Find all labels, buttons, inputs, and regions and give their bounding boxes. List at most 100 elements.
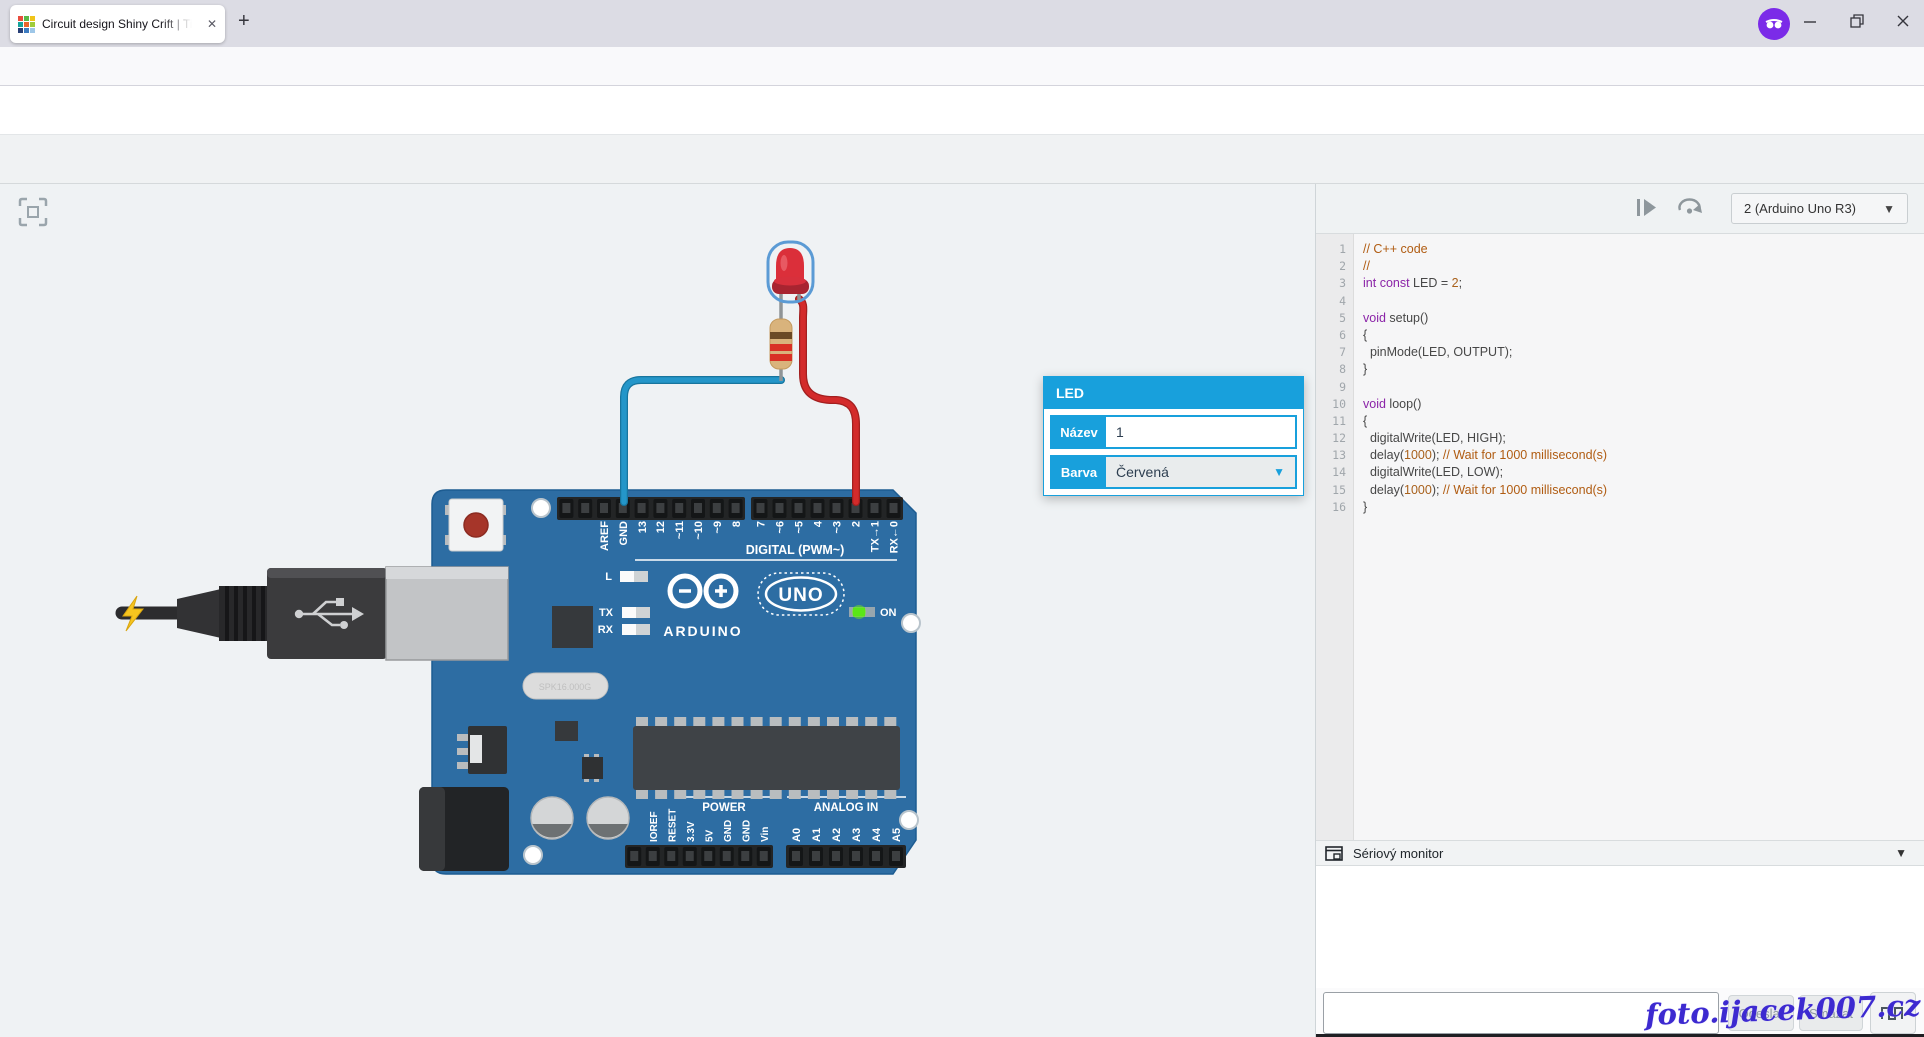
usb-cable[interactable] bbox=[122, 568, 387, 659]
pin-label: A1 bbox=[811, 828, 823, 842]
serial-monitor-output bbox=[1316, 866, 1924, 988]
popup-title: LED bbox=[1044, 377, 1303, 409]
name-input[interactable]: 1 bbox=[1106, 417, 1295, 447]
code-line: 16} bbox=[1316, 499, 1924, 516]
serial-monitor-title: Sériový monitor bbox=[1353, 846, 1443, 861]
tab-close-icon[interactable]: ✕ bbox=[207, 17, 217, 31]
atmega-chip bbox=[633, 717, 900, 799]
capacitor bbox=[587, 797, 629, 839]
indicator-label: RX bbox=[598, 624, 614, 636]
on-label: ON bbox=[880, 607, 897, 619]
pin-label: Vin bbox=[760, 827, 771, 842]
browser-window: Circuit design Shiny Crift | Tinke ✕ + h… bbox=[0, 0, 1924, 1037]
chevron-down-icon: ▼ bbox=[1273, 465, 1285, 479]
color-select[interactable]: Červená ▼ bbox=[1106, 457, 1295, 487]
power-jack bbox=[419, 787, 509, 871]
pin-label: 7 bbox=[756, 521, 768, 527]
digital-caption: DIGITAL (PWM~) bbox=[746, 543, 845, 557]
led-properties-popup: LED Název 1 Barva Červená ▼ bbox=[1043, 376, 1304, 496]
power-bolt-icon bbox=[123, 596, 143, 631]
pin-label: GND bbox=[741, 820, 752, 842]
resistor[interactable] bbox=[770, 294, 792, 381]
pin-label: ~3 bbox=[832, 521, 844, 534]
editor-toolbar: Simulátor času: 00:00:48 Kód Zastavit si… bbox=[0, 135, 1924, 184]
pin-header[interactable] bbox=[786, 845, 906, 868]
color-row: Barva Červená ▼ bbox=[1050, 455, 1297, 489]
pin-label: ~5 bbox=[794, 521, 806, 534]
code-line: 14 digitalWrite(LED, LOW); bbox=[1316, 464, 1924, 481]
model-text: UNO bbox=[778, 585, 823, 606]
chip-small-1 bbox=[552, 606, 593, 648]
crystal-label: SPK16.000G bbox=[539, 682, 592, 692]
pin-label: ~11 bbox=[674, 521, 686, 539]
pin-label: A0 bbox=[791, 828, 803, 842]
loop-icon[interactable] bbox=[1678, 198, 1702, 221]
code-line: 1// C++ code bbox=[1316, 241, 1924, 258]
code-line: 10void loop() bbox=[1316, 396, 1924, 413]
pin-label: IOREF bbox=[649, 811, 660, 842]
power-caption: POWER bbox=[702, 802, 746, 814]
browser-tab[interactable]: Circuit design Shiny Crift | Tinke ✕ bbox=[10, 5, 225, 43]
minimize-button[interactable] bbox=[1803, 14, 1817, 31]
pin-label: GND bbox=[618, 521, 630, 546]
serial-monitor-header[interactable]: Sériový monitor ▼ bbox=[1316, 840, 1924, 866]
reset-button[interactable] bbox=[445, 499, 506, 551]
pin-label: A4 bbox=[871, 827, 883, 842]
code-line: 8} bbox=[1316, 361, 1924, 378]
close-window-button[interactable] bbox=[1896, 14, 1910, 31]
private-browsing-icon bbox=[1758, 8, 1790, 40]
pin-label: A2 bbox=[831, 828, 843, 842]
pin-label: ~9 bbox=[712, 521, 724, 534]
tinkercad-favicon bbox=[18, 16, 35, 33]
code-line: 5void setup() bbox=[1316, 310, 1924, 327]
pin-label: ~10 bbox=[693, 521, 705, 540]
tinkercad-header: TINKERCAD Shiny Crift Všechny změny byly… bbox=[0, 86, 1924, 135]
pin-label: 2 bbox=[851, 521, 863, 527]
pin-label: GND bbox=[723, 820, 734, 842]
code-line: 3int const LED = 2; bbox=[1316, 275, 1924, 292]
pin-label: ~6 bbox=[775, 521, 787, 534]
code-line: 15 delay(1000); // Wait for 1000 millise… bbox=[1316, 482, 1924, 499]
pin-label: 13 bbox=[637, 521, 649, 533]
chevron-down-icon: ▼ bbox=[1883, 202, 1895, 216]
pin-label: A3 bbox=[851, 828, 863, 842]
pin-label: A5 bbox=[891, 828, 903, 842]
code-controls: 2 (Arduino Uno R3) ▼ bbox=[1316, 184, 1924, 233]
browser-nav-bar: https://www.tinkercad.com/things/jPKp2gQ… bbox=[0, 47, 1924, 86]
new-tab-button[interactable]: + bbox=[238, 10, 250, 33]
pin-label: RX←0 bbox=[889, 521, 901, 553]
board-select[interactable]: 2 (Arduino Uno R3) ▼ bbox=[1731, 193, 1908, 224]
name-row: Název 1 bbox=[1050, 415, 1297, 449]
capacitor bbox=[531, 797, 573, 839]
code-line: 4 bbox=[1316, 293, 1924, 310]
name-label: Název bbox=[1052, 417, 1106, 447]
code-line: 13 delay(1000); // Wait for 1000 millise… bbox=[1316, 447, 1924, 464]
pin-label: AREF bbox=[599, 521, 611, 551]
wire-red-pin2[interactable] bbox=[799, 299, 856, 502]
tab-title: Circuit design Shiny Crift | Tinke bbox=[42, 17, 192, 31]
crystal-oscillator: SPK16.000G bbox=[523, 673, 608, 699]
wire-blue-gnd[interactable] bbox=[624, 380, 781, 502]
circuit-canvas[interactable]: DIGITAL (PWM~) POWER ANALOG IN AREFGND13… bbox=[0, 184, 1315, 1037]
code-line: 7 pinMode(LED, OUTPUT); bbox=[1316, 344, 1924, 361]
code-line: 6{ bbox=[1316, 327, 1924, 344]
analog-caption: ANALOG IN bbox=[814, 802, 879, 814]
serial-monitor-icon bbox=[1325, 846, 1343, 861]
restore-button[interactable] bbox=[1850, 14, 1864, 31]
pin-label: 12 bbox=[655, 521, 667, 533]
pin-label: 3.3V bbox=[686, 821, 697, 842]
code-line: 12 digitalWrite(LED, HIGH); bbox=[1316, 430, 1924, 447]
indicator-label: L bbox=[605, 571, 612, 583]
indicator-label: TX bbox=[599, 607, 614, 619]
browser-tab-bar: Circuit design Shiny Crift | Tinke ✕ + bbox=[0, 0, 1924, 47]
pin-label: 4 bbox=[813, 520, 825, 527]
pin-label: 5V bbox=[704, 829, 715, 842]
pin-label: RESET bbox=[667, 809, 678, 842]
code-editor[interactable]: 1// C++ code2//3int const LED = 2;45void… bbox=[1316, 233, 1924, 840]
step-icon[interactable] bbox=[1637, 199, 1657, 221]
chip-small-2 bbox=[555, 721, 578, 741]
led[interactable] bbox=[768, 242, 813, 302]
brand-text: ARDUINO bbox=[663, 623, 742, 639]
power-on-led: ON bbox=[849, 605, 897, 619]
arduino-uno-board[interactable]: DIGITAL (PWM~) POWER ANALOG IN AREF GND 13… bbox=[386, 490, 920, 874]
